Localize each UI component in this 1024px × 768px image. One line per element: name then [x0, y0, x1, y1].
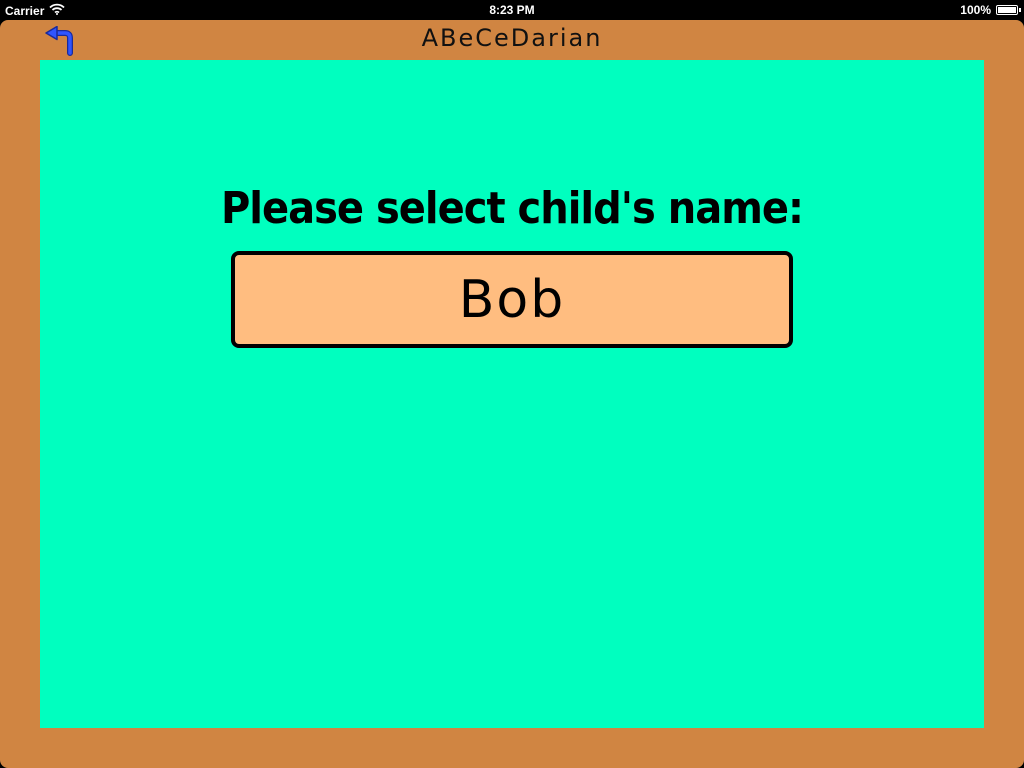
child-name-label: Bob: [458, 269, 566, 330]
prompt-heading: Please select child's name:: [220, 184, 804, 234]
battery-icon: [996, 5, 1021, 15]
app-title: ABeCeDarian: [421, 24, 603, 52]
main-board: Please select child's name: Bob: [40, 60, 984, 728]
battery-fill: [998, 7, 1016, 13]
status-bar: Carrier 8:23 PM 100%: [0, 0, 1024, 20]
status-time: 8:23 PM: [489, 3, 535, 17]
battery-percent: 100%: [960, 3, 991, 17]
battery-group: 100%: [960, 3, 1021, 17]
child-name-button[interactable]: Bob: [231, 251, 793, 348]
app-frame: ABeCeDarian Please select child's name: …: [0, 20, 1024, 768]
